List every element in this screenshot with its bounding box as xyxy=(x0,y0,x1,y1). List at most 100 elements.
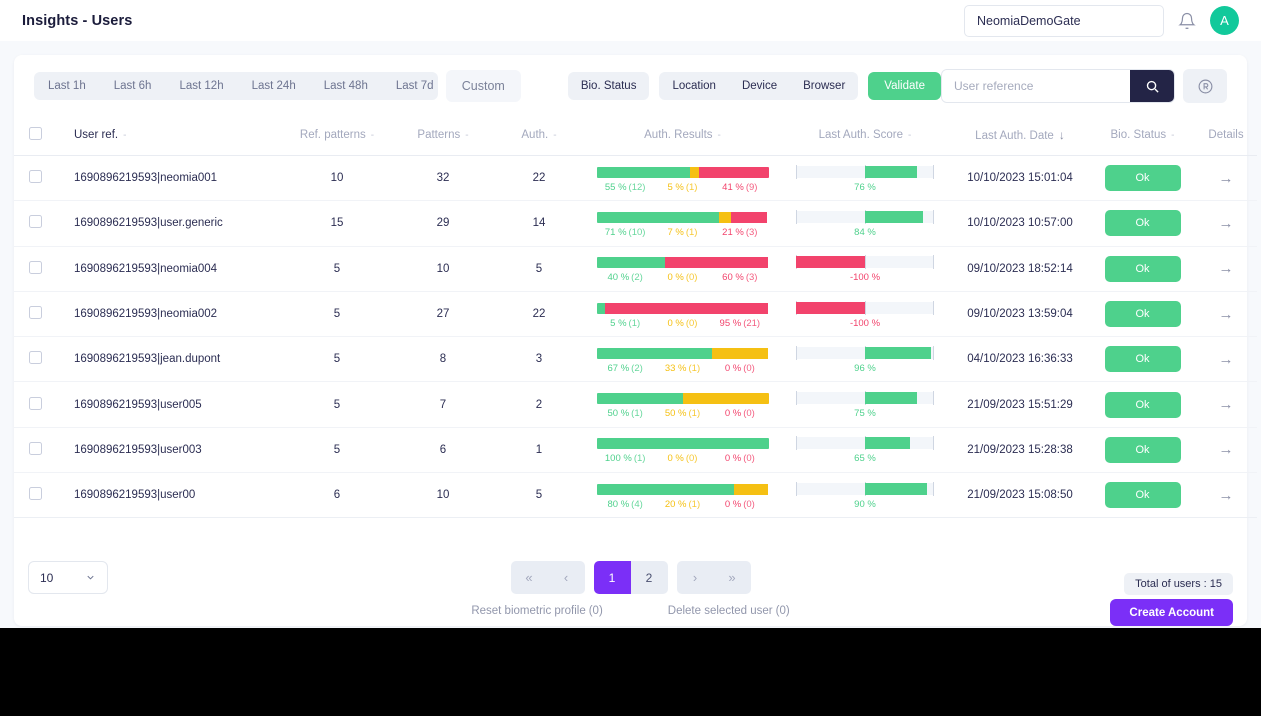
auth-results-warn-label: 33 % (1) xyxy=(664,362,701,374)
account-selector[interactable]: NeomiaDemoGate xyxy=(964,4,1164,37)
range-last-48h[interactable]: Last 48h xyxy=(310,72,382,100)
page-button-1[interactable]: 1 xyxy=(593,561,631,594)
cell-ref-patterns: 6 xyxy=(281,472,393,519)
validate-button[interactable]: Validate xyxy=(868,72,941,100)
table-row[interactable]: 1690896219593|user005 5 7 2 50 % (1) 50 % (1) 0 … xyxy=(14,381,1257,428)
create-account-button[interactable]: Create Account xyxy=(1110,599,1233,626)
arrow-right-icon[interactable]: → xyxy=(1219,306,1234,323)
auth-results-ko-label: 41 % (9) xyxy=(722,181,758,193)
row-checkbox[interactable] xyxy=(28,351,42,365)
cell-user-ref: 1690896219593|neomia001 xyxy=(56,155,281,202)
filter-bio-status[interactable]: Bio. Status xyxy=(568,72,650,100)
next-page-button[interactable]: › xyxy=(676,561,714,594)
row-checkbox[interactable] xyxy=(28,487,42,501)
custom-range-button[interactable]: Custom xyxy=(445,70,521,102)
table-header-row: User ref. - Ref. patterns - Patterns - Auth… xyxy=(14,117,1257,156)
header-patterns[interactable]: Patterns - xyxy=(393,117,493,156)
cell-last-auth-date: 21/09/2023 15:51:29 xyxy=(950,381,1090,428)
header-last-auth-score[interactable]: Last Auth. Score - xyxy=(780,117,950,156)
page-button-2[interactable]: 2 xyxy=(630,561,668,594)
range-last-6h[interactable]: Last 6h xyxy=(100,72,166,100)
bell-icon[interactable] xyxy=(1178,12,1196,30)
table-row[interactable]: 1690896219593|user.generic 15 29 14 71 % (10)… xyxy=(14,200,1257,247)
header-auth[interactable]: Auth. - xyxy=(493,117,585,156)
cell-ref-patterns: 10 xyxy=(281,155,393,202)
reset-filters-button[interactable] xyxy=(1183,69,1227,103)
score-label: 75 % xyxy=(854,408,876,420)
cell-last-auth-score: 96 % xyxy=(780,336,950,383)
row-checkbox[interactable] xyxy=(28,306,42,320)
arrow-right-icon[interactable]: → xyxy=(1219,441,1234,458)
last-page-button[interactable]: » xyxy=(713,561,751,594)
reset-biometric-profile-link[interactable]: Reset biometric profile (0) xyxy=(471,605,602,617)
range-last-1h[interactable]: Last 1h xyxy=(34,72,100,100)
status-badge[interactable]: Ok xyxy=(1104,391,1181,418)
filter-location[interactable]: Location xyxy=(659,72,728,100)
table-row[interactable]: 1690896219593|neomia001 10 32 22 55 % (12) 5 %… xyxy=(14,155,1257,202)
user-ref-value: 1690896219593|user00 xyxy=(74,489,196,502)
arrow-right-icon[interactable]: → xyxy=(1219,487,1234,504)
auth-results-ok-label: 5 % (1) xyxy=(610,317,641,329)
status-badge[interactable]: Ok xyxy=(1104,301,1181,328)
status-badge[interactable]: Ok xyxy=(1104,436,1181,463)
header-bio-status-label: Bio. Status xyxy=(1110,129,1167,141)
status-badge[interactable]: Ok xyxy=(1104,346,1181,373)
table-row[interactable]: 1690896219593|neomia002 5 27 22 5 % (1) 0 % (0)… xyxy=(14,291,1257,338)
last-auth-score-chart: -100 % xyxy=(796,254,934,283)
cell-user-ref: 1690896219593|jean.dupont xyxy=(56,336,281,383)
cell-details: → xyxy=(1195,155,1257,202)
row-checkbox[interactable] xyxy=(28,170,42,184)
cell-last-auth-score: 84 % xyxy=(780,200,950,247)
range-last-24h[interactable]: Last 24h xyxy=(238,72,310,100)
row-checkbox[interactable] xyxy=(28,396,42,410)
sort-indicator: - xyxy=(908,130,912,141)
header-auth-results[interactable]: Auth. Results - xyxy=(585,117,780,156)
search-button[interactable] xyxy=(1130,70,1174,102)
status-badge[interactable]: Ok xyxy=(1104,255,1181,282)
arrow-right-icon[interactable]: → xyxy=(1219,260,1234,277)
avatar[interactable]: A xyxy=(1210,6,1239,35)
cell-auth: 5 xyxy=(493,246,585,292)
range-last-7d[interactable]: Last 7d xyxy=(382,72,438,100)
prev-page-button[interactable]: ‹ xyxy=(547,561,585,594)
delete-selected-user-link[interactable]: Delete selected user (0) xyxy=(668,605,790,617)
cell-patterns: 10 xyxy=(393,246,493,292)
table-row[interactable]: 1690896219593|user00 6 10 5 80 % (4) 20 % (1) 0 … xyxy=(14,472,1257,519)
filter-browser[interactable]: Browser xyxy=(790,72,858,100)
table-row[interactable]: 1690896219593|jean.dupont 5 8 3 67 % (2) 33 %(… xyxy=(14,336,1257,383)
table-footer: 10 « ‹ 1 2 › » Reset biometric profile (… xyxy=(14,553,1247,626)
arrow-right-icon[interactable]: → xyxy=(1219,170,1234,187)
cell-last-auth-date: 10/10/2023 15:01:04 xyxy=(950,155,1090,202)
header-bio-status[interactable]: Bio. Status - xyxy=(1090,117,1195,156)
filter-device[interactable]: Device xyxy=(729,72,790,100)
row-checkbox[interactable] xyxy=(28,215,42,229)
auth-results-ko-label: 21 % (3) xyxy=(722,226,758,238)
header-ref-patterns[interactable]: Ref. patterns - xyxy=(281,117,393,156)
sort-indicator: - xyxy=(370,130,375,141)
score-track xyxy=(796,481,934,496)
table-row[interactable]: 1690896219593|neomia004 5 10 5 40 % (2) 0 % (0)… xyxy=(14,246,1257,292)
table-row[interactable]: 1690896219593|user003 5 6 1 100 % (1) 0 % (0) 0 … xyxy=(14,427,1257,474)
range-last-12h[interactable]: Last 12h xyxy=(165,72,237,100)
score-track xyxy=(796,391,934,406)
bulk-actions: Reset biometric profile (0) Delete select… xyxy=(14,605,1247,617)
status-badge[interactable]: Ok xyxy=(1104,210,1181,237)
row-checkbox[interactable] xyxy=(28,441,42,455)
cell-user-ref: 1690896219593|user.generic xyxy=(56,200,281,247)
top-bar: Insights - Users NeomiaDemoGate A xyxy=(0,0,1261,41)
arrow-right-icon[interactable]: → xyxy=(1219,351,1234,368)
arrow-right-icon[interactable]: → xyxy=(1219,396,1234,413)
header-last-auth-date[interactable]: Last Auth. Date ↓ xyxy=(950,117,1090,156)
auth-results-warn-label: 0 % (0) xyxy=(667,317,698,329)
first-page-button[interactable]: « xyxy=(510,561,548,594)
status-badge[interactable]: Ok xyxy=(1104,165,1181,192)
auth-results-labels: 80 % (4) 20 % (1) 0 % (0) xyxy=(597,499,769,510)
header-ref-patterns-label: Ref. patterns xyxy=(299,129,366,141)
arrow-right-icon[interactable]: → xyxy=(1219,215,1234,232)
cell-bio-status: Ok xyxy=(1090,336,1195,383)
row-checkbox[interactable] xyxy=(28,260,42,274)
status-badge[interactable]: Ok xyxy=(1104,482,1181,509)
header-user-ref[interactable]: User ref. - xyxy=(56,117,281,156)
search-input[interactable] xyxy=(942,70,1130,102)
select-all-checkbox[interactable] xyxy=(28,127,42,140)
